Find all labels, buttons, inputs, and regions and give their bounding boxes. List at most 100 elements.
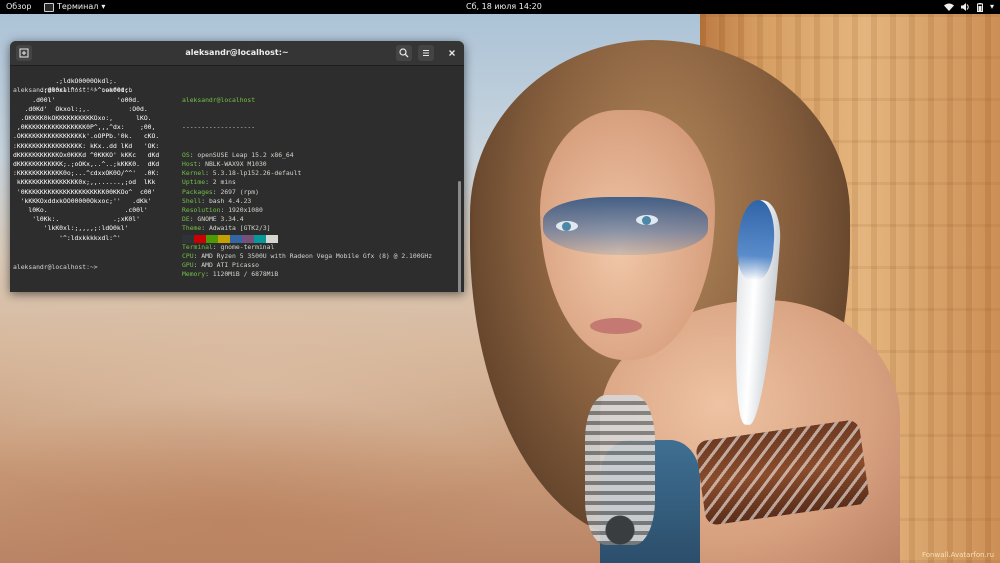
info-key: Kernel <box>182 169 206 178</box>
wallpaper-eye-right <box>636 215 658 225</box>
info-value: GNOME 3.34.4 <box>197 215 244 224</box>
neofetch-logo: .;ldkO0000Okdl;. .;d00xl:^''''''^:ok00d;… <box>13 77 159 243</box>
info-colon: : <box>205 270 213 279</box>
wifi-icon <box>943 3 954 11</box>
logo-line: ,0KKKKKKKKKKKKKKKK0P^,,,^dx: ;00, <box>13 123 156 132</box>
info-key: Host <box>182 160 198 169</box>
logo-line: '^:ldxkkkkxdl:^' <box>13 233 121 242</box>
terminal-header-bar[interactable]: aleksandr@localhost:~ <box>10 41 464 66</box>
info-key: Resolution <box>182 206 221 215</box>
palette-swatch <box>242 235 254 243</box>
info-key: Shell <box>182 196 202 205</box>
system-menu-chevron-icon: ▾ <box>989 2 994 11</box>
logo-line: .d00l' 'o00d. <box>13 95 140 104</box>
info-row: Host: NBLK-WAX9X M1030 <box>182 160 432 169</box>
info-row: Uptime: 2 mins <box>182 178 432 187</box>
app-menu-button[interactable]: Терминал ▾ <box>44 0 105 14</box>
palette-swatch <box>218 235 230 243</box>
info-key: Packages <box>182 187 213 196</box>
logo-line: '0KKKKKKKKKKKKKKKKKKKKK00KKOo^ c00' <box>13 187 156 196</box>
info-value: NBLK-WAX9X M1030 <box>205 160 267 169</box>
palette-swatch <box>230 235 242 243</box>
info-colon: : <box>197 160 206 169</box>
new-tab-button[interactable] <box>16 45 32 61</box>
terminal-icon <box>44 2 54 12</box>
logo-line: .d0Kd' Okxol:;,. :O0d. <box>13 104 148 113</box>
info-row: Resolution: 1920x1080 <box>182 206 432 215</box>
new-tab-icon <box>19 48 29 58</box>
shell-prompt[interactable]: aleksandr@localhost:~> <box>13 263 98 272</box>
info-row: Kernel: 5.3.18-lp152.26-default <box>182 169 432 178</box>
info-row: Memory: 1120MiB / 6878MiB <box>182 270 432 279</box>
clock-button[interactable]: Сб, 18 июля 14:20 <box>466 0 542 14</box>
info-key: GPU <box>182 261 194 270</box>
info-row: CPU: AMD Ryzen 5 3500U with Radeon Vega … <box>182 252 432 261</box>
info-value: gnome-terminal <box>220 242 275 251</box>
info-value: Adwaita [GTK2/3] <box>208 224 271 233</box>
color-palette <box>182 235 278 243</box>
terminal-window[interactable]: aleksandr@localhost:~ aleksandr@localhos… <box>10 41 464 292</box>
info-key: Memory <box>182 270 206 279</box>
info-key: CPU <box>182 252 194 261</box>
palette-swatch <box>194 235 206 243</box>
info-key: Theme <box>182 224 202 233</box>
info-value: 1120MiB / 6878MiB <box>212 270 279 279</box>
logo-line: 'lkK0xl:;,,,,;:ldO0kl' <box>13 224 129 233</box>
battery-icon <box>976 2 983 12</box>
palette-swatch <box>266 235 278 243</box>
terminal-output[interactable]: aleksandr@localhost:~> neofetch .;ldkO00… <box>13 68 453 288</box>
terminal-scrollbar[interactable] <box>458 181 461 292</box>
logo-line: 'kKKKOxddxkOO00000Okxoc;'' .dKk' <box>13 196 152 205</box>
hamburger-menu-icon <box>423 49 429 57</box>
info-colon: : <box>205 178 213 187</box>
info-row: Shell: bash 4.4.23 <box>182 197 432 206</box>
info-key: OS <box>182 150 190 159</box>
gnome-top-bar: Обзор Терминал ▾ Сб, 18 июля 14:20 ▾ <box>0 0 1000 14</box>
info-value: bash 4.4.23 <box>208 196 252 205</box>
info-value: 1920x1080 <box>228 206 263 215</box>
logo-line: l0Ko. .c00l' <box>13 206 148 215</box>
info-colon: : <box>205 169 213 178</box>
info-colon: : <box>201 196 209 205</box>
info-value: 5.3.18-lp152.26-default <box>212 169 302 178</box>
info-row: GPU: AMD ATI Picasso <box>182 261 432 270</box>
info-row: Terminal: gnome-terminal <box>182 243 432 252</box>
logo-line: dKKKKKKKKKKKOx0KKKd ^0KKKO' kKKc dKd <box>13 150 160 159</box>
palette-swatch <box>206 235 218 243</box>
info-key: DE <box>182 215 190 224</box>
logo-line: .OKKKK0kOKKKKKKKKKKOxo:, lKO. <box>13 114 152 122</box>
info-user-host: aleksandr@localhost <box>182 95 256 104</box>
info-key: Uptime <box>182 178 206 187</box>
info-value: 2 mins <box>212 178 236 187</box>
palette-swatch <box>254 235 266 243</box>
logo-line: .;ldkO0000Okdl;. <box>13 77 117 86</box>
logo-line: :KKKKKKKKKKKK0o;...^cdxxOK0O/^^' .0K: <box>13 169 160 178</box>
info-key: Terminal <box>182 242 213 251</box>
wallpaper-eye-left <box>556 221 578 231</box>
logo-line: .;d00xl:^''''''^:ok00d;. <box>13 86 133 95</box>
wallpaper-necklace <box>585 395 655 545</box>
logo-line: 'l0Kk:. .;xK0l' <box>13 215 140 224</box>
logo-line: .OKKKKKKKKKKKKKKKKk'.oOPPb.'0k. cKO. <box>13 132 160 141</box>
app-menu-label: Терминал <box>57 2 99 11</box>
close-button[interactable] <box>444 45 460 61</box>
info-row: Theme: Adwaita [GTK2/3] <box>182 224 432 233</box>
neofetch-info: aleksandr@localhost ------------------- … <box>182 77 432 292</box>
info-value: AMD ATI Picasso <box>201 261 259 270</box>
activities-button[interactable]: Обзор <box>6 0 31 14</box>
info-colon: : <box>201 224 209 233</box>
logo-line: dKKKKKKKKKKKK;.;oOKx,..^..;kKKK0. dKd <box>13 160 160 169</box>
info-row: Packages: 2697 (rpm) <box>182 188 432 197</box>
info-separator: ------------------- <box>182 123 256 132</box>
close-icon <box>449 50 455 56</box>
info-row: OS: openSUSE Leap 15.2 x86_64 <box>182 151 432 160</box>
wallpaper-lips <box>590 318 642 334</box>
hamburger-menu-button[interactable] <box>418 45 434 61</box>
search-button[interactable] <box>396 45 412 61</box>
search-icon <box>399 48 409 58</box>
volume-icon <box>960 3 969 11</box>
system-tray[interactable]: ▾ <box>943 0 994 14</box>
palette-swatch <box>182 235 194 243</box>
logo-line: kKKKKKKKKKKKKKKK0x;,,......,;od lKk <box>13 178 156 187</box>
chevron-down-icon: ▾ <box>101 2 106 11</box>
